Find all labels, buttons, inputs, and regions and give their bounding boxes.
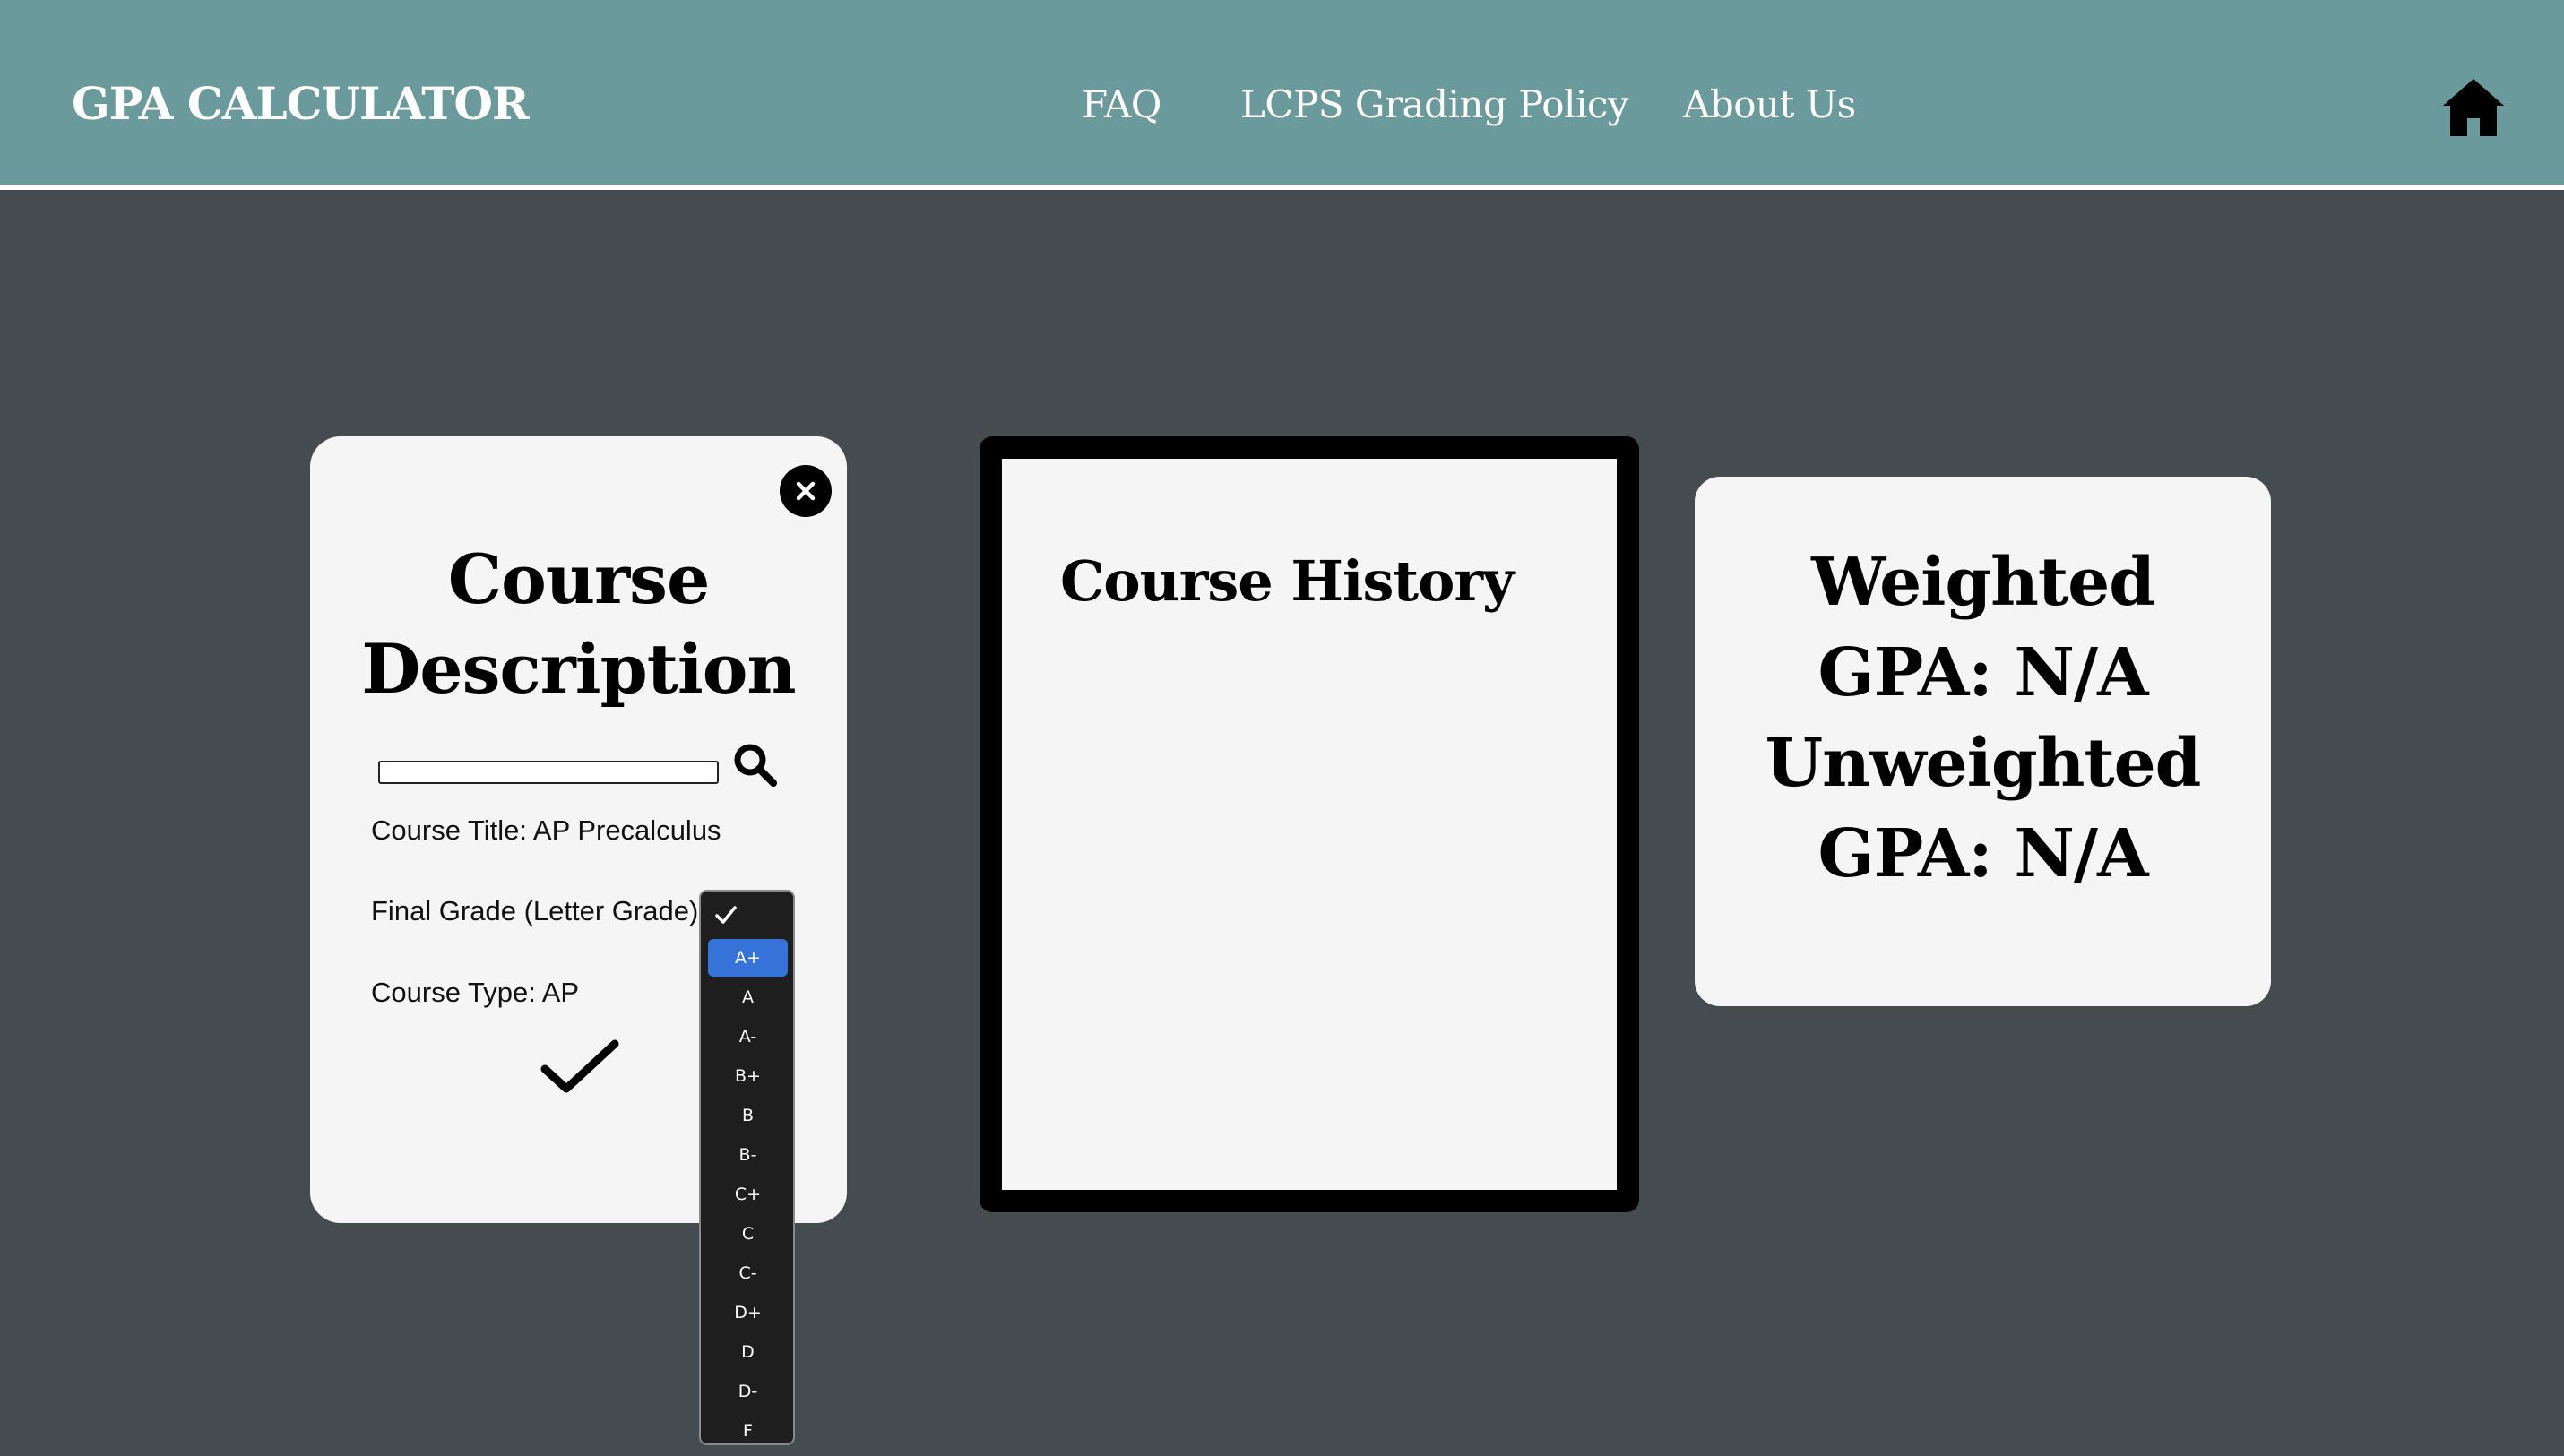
home-icon[interactable] [2441, 77, 2506, 138]
course-description-title-line2: Description [361, 629, 796, 709]
course-description-title-line1: Course [447, 539, 711, 619]
grade-option-a[interactable]: A [708, 978, 788, 1016]
selected-checkmark-icon [715, 906, 737, 924]
close-icon [796, 481, 816, 501]
search-icon[interactable] [731, 741, 778, 788]
unweighted-gpa-label: Unweighted [1765, 725, 2202, 802]
course-history-panel: Course History [1002, 459, 1617, 1190]
weighted-gpa-label: Weighted [1811, 544, 2155, 621]
grade-option-f[interactable]: F [708, 1412, 788, 1450]
grade-option-c-minus[interactable]: C- [708, 1254, 788, 1292]
grade-option-a-plus[interactable]: A+ [708, 939, 788, 977]
close-button[interactable] [780, 465, 832, 517]
grade-option-b[interactable]: B [708, 1097, 788, 1134]
gpa-summary-card: Weighted GPA: N/A Unweighted GPA: N/A [1695, 477, 2271, 1006]
grade-option-b-plus[interactable]: B+ [708, 1057, 788, 1095]
course-history-title: Course History [1059, 548, 1515, 614]
grade-option-b-minus[interactable]: B- [708, 1136, 788, 1174]
weighted-gpa-value: GPA: N/A [1817, 634, 2148, 711]
grade-option-d[interactable]: D [708, 1333, 788, 1371]
checkmark-icon[interactable] [540, 1037, 620, 1099]
grade-option-d-minus[interactable]: D- [708, 1373, 788, 1410]
course-search-input[interactable] [378, 761, 719, 784]
course-description-title: Course Description [310, 535, 847, 714]
grade-option-c[interactable]: C [708, 1215, 788, 1253]
unweighted-gpa-value: GPA: N/A [1817, 815, 2148, 892]
nav-link-faq[interactable]: FAQ [1082, 82, 1161, 126]
grade-option-c-plus[interactable]: C+ [708, 1176, 788, 1213]
final-grade-dropdown[interactable]: A+ A A- B+ B B- C+ C C- D+ D D- F [699, 890, 795, 1445]
course-type-label: Course Type: AP [371, 977, 580, 1008]
grade-option-a-minus[interactable]: A- [708, 1018, 788, 1055]
gpa-summary-text: Weighted GPA: N/A Unweighted GPA: N/A [1695, 538, 2271, 900]
nav-link-about-us[interactable]: About Us [1683, 82, 1856, 126]
top-navbar: GPA CALCULATOR FAQ LCPS Grading Policy A… [0, 0, 2564, 190]
nav-link-grading-policy[interactable]: LCPS Grading Policy [1240, 82, 1629, 126]
final-grade-label: Final Grade (Letter Grade) [371, 895, 699, 926]
brand-title[interactable]: GPA CALCULATOR [72, 77, 530, 130]
course-title-label: Course Title: AP Precalculus [371, 814, 721, 846]
grade-option-d-plus[interactable]: D+ [708, 1294, 788, 1331]
course-history-card: Course History [980, 436, 1639, 1212]
